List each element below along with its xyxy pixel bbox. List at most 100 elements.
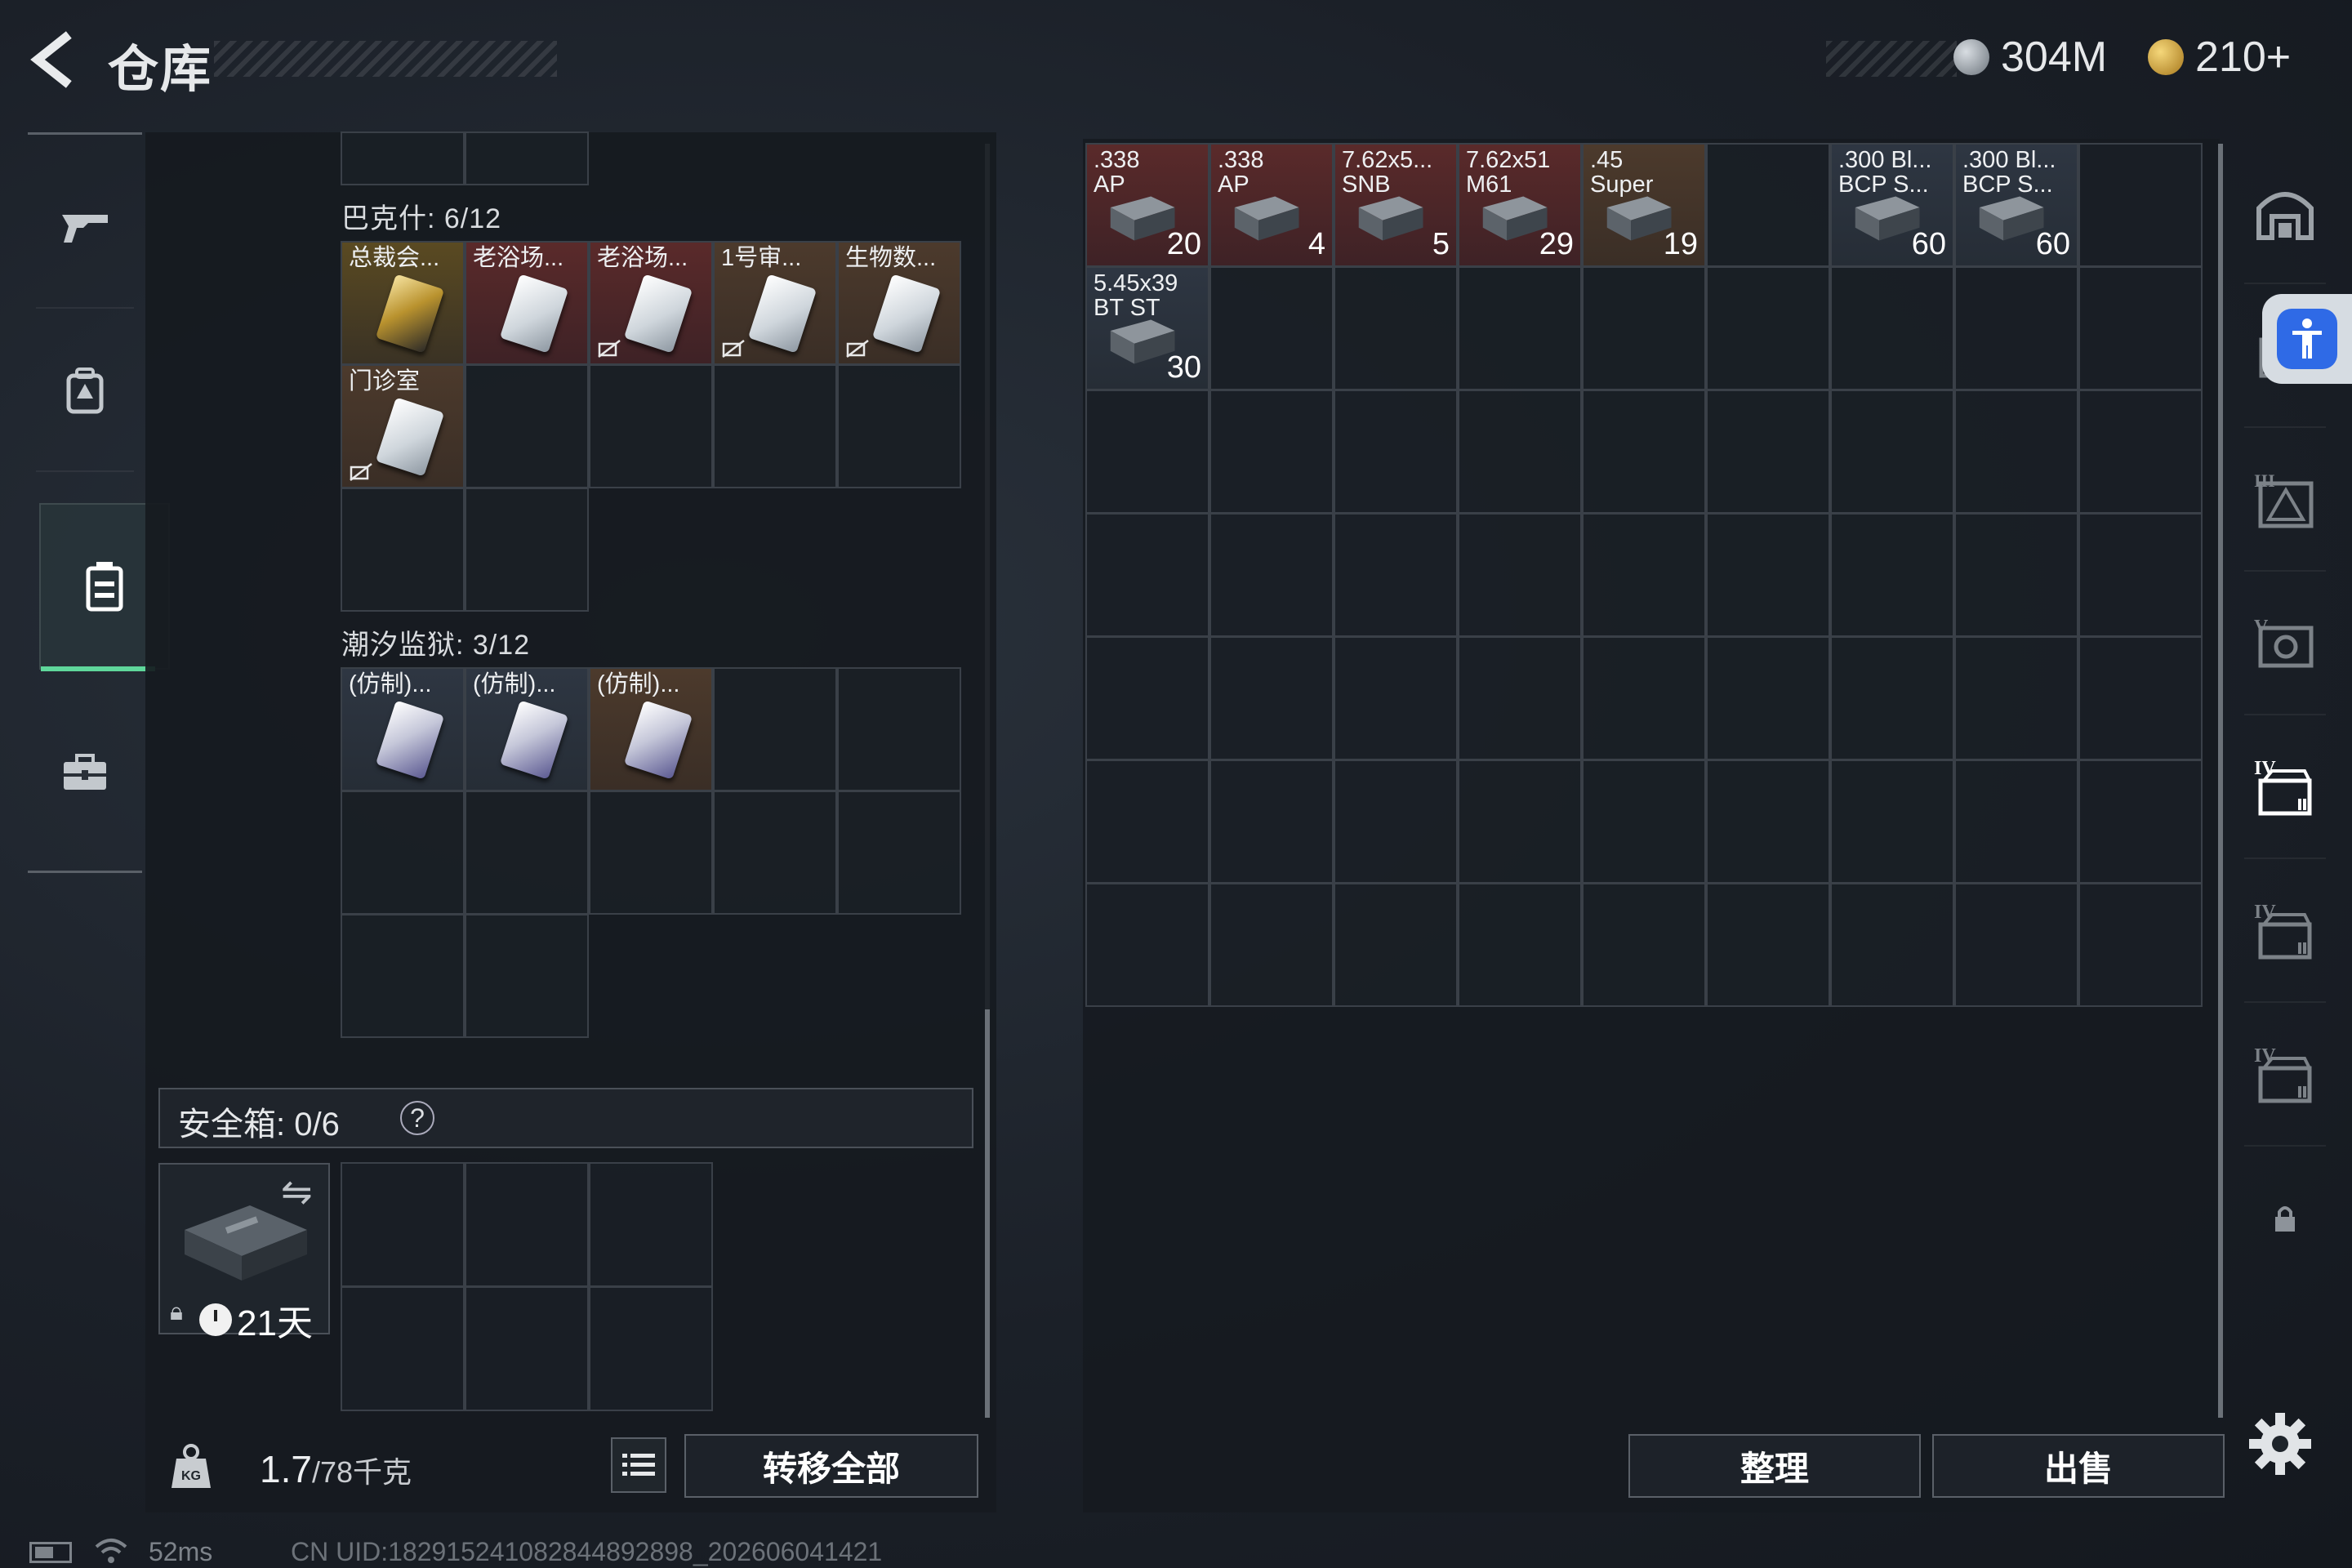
nav-toolbox[interactable]	[28, 691, 142, 854]
list-view-button[interactable]	[611, 1437, 666, 1493]
grid-cell[interactable]	[1209, 513, 1334, 637]
grid-cell[interactable]	[1830, 266, 1954, 390]
rnav-storage[interactable]	[2228, 140, 2342, 284]
grid-cell[interactable]	[1830, 390, 1954, 514]
nav-backpack[interactable]	[28, 309, 142, 472]
safe-case-slot[interactable]: ⇋ 🔒︎ 21天	[158, 1163, 330, 1343]
grid-cell[interactable]	[1830, 760, 1954, 884]
grid-cell[interactable]	[589, 1162, 713, 1287]
grid-cell[interactable]	[341, 1162, 465, 1287]
grid-cell[interactable]	[2078, 513, 2203, 637]
grid-cell[interactable]	[2078, 143, 2203, 267]
grid-cell[interactable]	[713, 667, 837, 791]
grid-cell[interactable]	[1458, 390, 1582, 514]
grid-cell[interactable]	[465, 364, 589, 488]
grid-cell[interactable]	[1085, 390, 1209, 514]
rnav-shelf-4b[interactable]: IV	[2228, 1003, 2342, 1147]
help-icon[interactable]: ?	[400, 1101, 434, 1135]
ammo-item[interactable]: .45 Super 19	[1582, 143, 1706, 267]
keycard-item[interactable]: 1号审...	[713, 241, 837, 365]
grid-cell[interactable]	[1085, 760, 1209, 884]
grid-cell[interactable]	[2078, 390, 2203, 514]
grid-cell[interactable]	[465, 1162, 589, 1287]
left-scrollbar[interactable]	[985, 144, 990, 1418]
grid-cell[interactable]	[1954, 760, 2078, 884]
grid-cell[interactable]	[1209, 636, 1334, 760]
rnav-shelf-5[interactable]: V	[2228, 572, 2342, 715]
grid-cell[interactable]	[1706, 266, 1830, 390]
ammo-item[interactable]: .300 Bl... BCP S... 60	[1954, 143, 2078, 267]
grid-cell[interactable]	[713, 791, 837, 915]
grid-cell[interactable]	[1334, 266, 1458, 390]
grid-cell[interactable]	[1830, 883, 1954, 1007]
grid-cell[interactable]	[589, 364, 713, 488]
currency-gold[interactable]: 210+	[2148, 33, 2291, 82]
grid-cell[interactable]	[341, 914, 465, 1038]
grid-cell[interactable]	[1458, 760, 1582, 884]
grid-cell[interactable]	[1458, 636, 1582, 760]
grid-cell[interactable]	[1334, 760, 1458, 884]
grid-cell[interactable]	[1706, 883, 1830, 1007]
ammo-item[interactable]: 7.62x5... SNB 5	[1334, 143, 1458, 267]
grid-cell[interactable]	[2078, 636, 2203, 760]
grid-cell[interactable]	[465, 914, 589, 1038]
grid-cell[interactable]	[837, 667, 961, 791]
ammo-item[interactable]: 5.45x39 BT ST 30	[1085, 266, 1209, 390]
sell-button[interactable]: 出售	[1932, 1434, 2225, 1498]
rnav-shelf-4[interactable]: IV	[2228, 859, 2342, 1003]
keycard-item[interactable]: 门诊室	[341, 364, 465, 488]
grid-cell[interactable]	[1706, 636, 1830, 760]
grid-cell[interactable]	[341, 131, 465, 185]
grid-cell[interactable]	[1706, 390, 1830, 514]
rnav-shelf-3[interactable]: III	[2228, 428, 2342, 572]
grid-cell[interactable]	[341, 488, 465, 612]
grid-cell[interactable]	[1209, 760, 1334, 884]
grid-cell[interactable]	[1085, 883, 1209, 1007]
gear-icon[interactable]	[2246, 1410, 2314, 1478]
grid-cell[interactable]	[2078, 883, 2203, 1007]
grid-cell[interactable]	[341, 1286, 465, 1411]
grid-cell[interactable]	[465, 1286, 589, 1411]
grid-cell[interactable]	[2078, 760, 2203, 884]
grid-cell[interactable]	[1706, 143, 1830, 267]
grid-cell[interactable]	[1209, 883, 1334, 1007]
grid-cell[interactable]	[1582, 266, 1706, 390]
ammo-item[interactable]: 7.62x51 M61 29	[1458, 143, 1582, 267]
grid-cell[interactable]	[1209, 390, 1334, 514]
grid-cell[interactable]	[1582, 636, 1706, 760]
grid-cell[interactable]	[589, 791, 713, 915]
keycard-item[interactable]: 老浴场...	[465, 241, 589, 365]
grid-cell[interactable]	[465, 791, 589, 915]
grid-cell[interactable]	[1209, 266, 1334, 390]
grid-cell[interactable]	[1085, 636, 1209, 760]
grid-cell[interactable]	[2078, 266, 2203, 390]
grid-cell[interactable]	[589, 1286, 713, 1411]
swap-icon[interactable]: ⇋	[281, 1169, 313, 1214]
grid-cell[interactable]	[1706, 513, 1830, 637]
grid-cell[interactable]	[713, 364, 837, 488]
keycard-item[interactable]: (仿制)...	[341, 667, 465, 791]
rnav-locked[interactable]	[2228, 1147, 2342, 1290]
grid-cell[interactable]	[341, 791, 465, 915]
grid-cell[interactable]	[1334, 513, 1458, 637]
sort-button[interactable]: 整理	[1628, 1434, 1921, 1498]
grid-cell[interactable]	[1582, 513, 1706, 637]
grid-cell[interactable]	[1954, 390, 2078, 514]
grid-cell[interactable]	[1458, 266, 1582, 390]
grid-cell[interactable]	[837, 364, 961, 488]
ammo-item[interactable]: .338 AP 4	[1209, 143, 1334, 267]
grid-cell[interactable]	[1954, 266, 2078, 390]
transfer-all-button[interactable]: 转移全部	[684, 1434, 978, 1498]
grid-cell[interactable]	[837, 791, 961, 915]
keycard-item[interactable]: 老浴场...	[589, 241, 713, 365]
grid-cell[interactable]	[1334, 390, 1458, 514]
right-scrollbar[interactable]	[2218, 144, 2223, 1418]
grid-cell[interactable]	[1954, 513, 2078, 637]
back-arrow-icon[interactable]	[24, 31, 82, 88]
grid-cell[interactable]	[1334, 883, 1458, 1007]
grid-cell[interactable]	[1706, 760, 1830, 884]
grid-cell[interactable]	[1582, 883, 1706, 1007]
grid-cell[interactable]	[1085, 513, 1209, 637]
grid-cell[interactable]	[1830, 513, 1954, 637]
keycard-item[interactable]: 生物数...	[837, 241, 961, 365]
